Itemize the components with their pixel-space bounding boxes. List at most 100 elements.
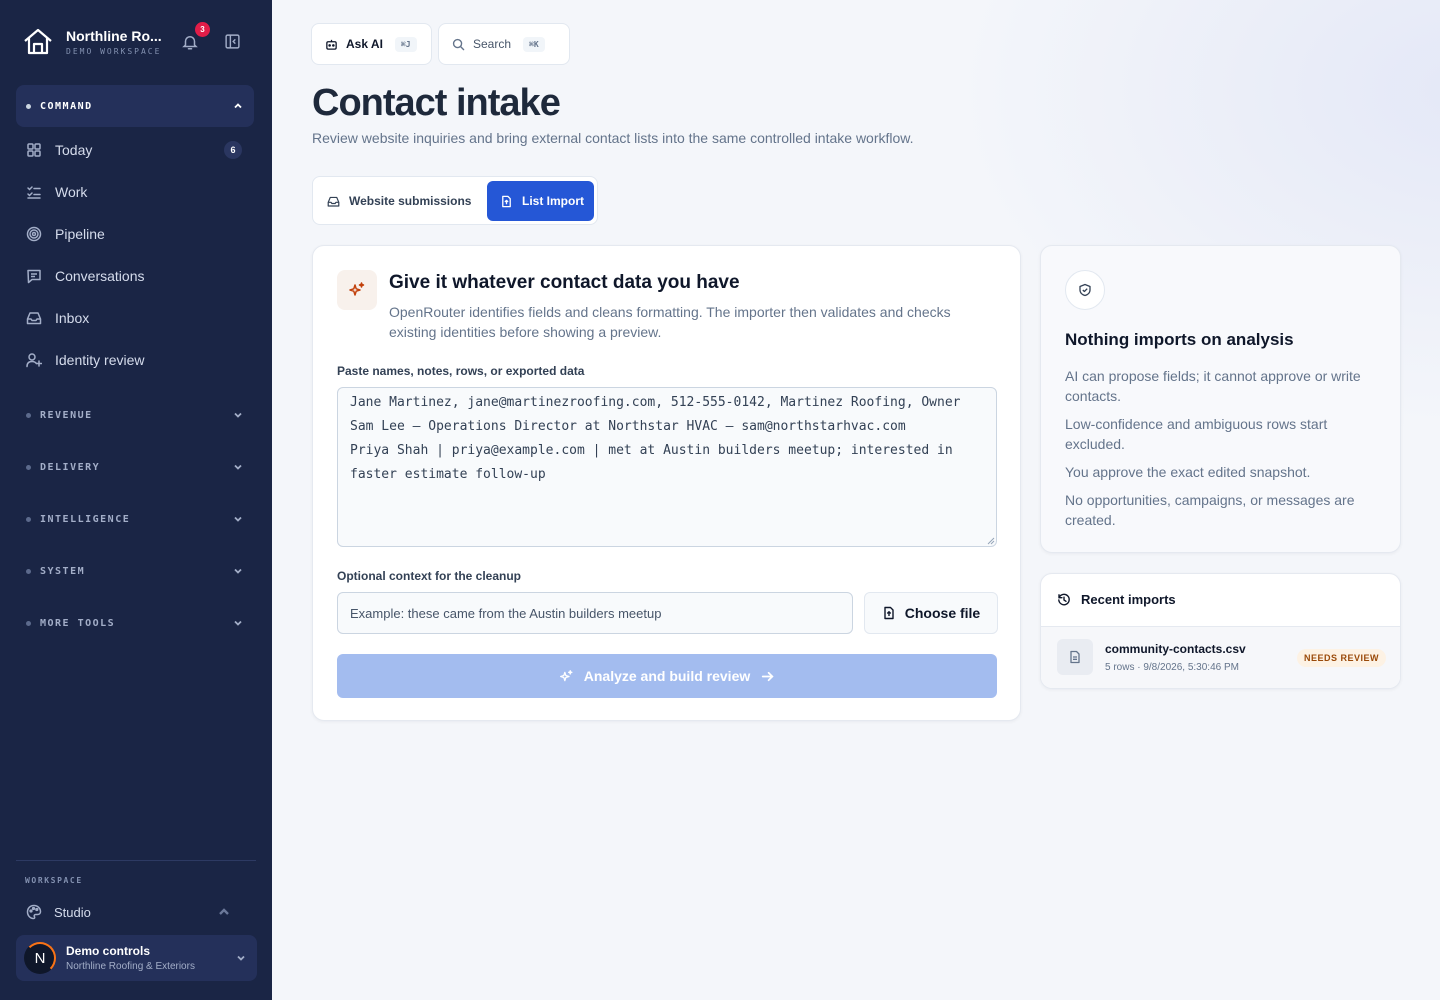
- section-delivery[interactable]: DELIVERY: [16, 452, 254, 482]
- import-file-name: community-contacts.csv: [1105, 642, 1246, 656]
- bot-icon: [326, 39, 337, 50]
- safety-heading: Nothing imports on analysis: [1065, 330, 1294, 349]
- workspace-subtitle: DEMO WORKSPACE: [66, 47, 162, 56]
- tab-website-submissions[interactable]: Website submissions: [327, 181, 471, 221]
- import-card-subtext: OpenRouter identifies fields and cleans …: [389, 304, 951, 340]
- target-icon: [26, 226, 42, 242]
- recent-imports-header: Recent imports: [1057, 592, 1176, 607]
- tab-website-label: Website submissions: [349, 194, 472, 208]
- chevron-down-icon: [234, 516, 242, 522]
- chevron-down-icon: [234, 464, 242, 470]
- section-dot: [26, 103, 31, 109]
- recent-imports-title: Recent imports: [1081, 592, 1176, 607]
- chevron-down-icon: [237, 955, 245, 961]
- sidebar-item-label: Conversations: [55, 268, 145, 284]
- demo-controls-subtitle: Northline Roofing & Exteriors: [66, 961, 195, 972]
- chevron-up-icon: [234, 103, 242, 109]
- sidebar-item-inbox[interactable]: Inbox: [16, 300, 254, 336]
- shield-badge: [1065, 270, 1105, 310]
- avatar: N: [24, 942, 56, 974]
- demo-controls-card[interactable]: N Demo controls Northline Roofing & Exte…: [16, 935, 257, 981]
- workspace-switcher[interactable]: Northline Ro... DEMO WORKSPACE: [22, 26, 162, 58]
- collapse-sidebar-icon[interactable]: [224, 33, 241, 50]
- file-text-icon: [1070, 650, 1080, 664]
- section-more-tools[interactable]: MORE TOOLS: [16, 608, 254, 638]
- section-command[interactable]: COMMAND: [16, 85, 254, 127]
- tab-list-import[interactable]: List Import: [487, 181, 594, 221]
- safety-point: Low-confidence and ambiguous rows start …: [1065, 416, 1328, 452]
- safety-point: No opportunities, campaigns, or messages…: [1065, 492, 1355, 528]
- palette-icon: [26, 904, 42, 920]
- chevron-down-icon: [234, 412, 242, 418]
- ask-ai-button[interactable]: Ask AI ⌘J: [311, 23, 432, 65]
- safety-point: You approve the exact edited snapshot.: [1065, 464, 1311, 480]
- search-button[interactable]: Search ⌘K: [438, 23, 570, 65]
- search-shortcut: ⌘K: [523, 36, 545, 52]
- inbox-icon: [327, 196, 340, 207]
- sidebar-item-label: Today: [55, 142, 93, 158]
- section-revenue[interactable]: REVENUE: [16, 400, 254, 430]
- section-command-label: COMMAND: [40, 100, 93, 112]
- resize-handle-icon[interactable]: [987, 537, 995, 545]
- status-badge: NEEDS REVIEW: [1296, 649, 1386, 667]
- page-title: Contact intake: [312, 82, 561, 124]
- sparkle-icon: [349, 282, 365, 296]
- sidebar-item-conversations[interactable]: Conversations: [16, 258, 254, 294]
- sparkle-badge: [337, 270, 377, 310]
- demo-controls-title: Demo controls: [66, 944, 151, 958]
- section-dot: [26, 620, 31, 626]
- choose-file-label: Choose file: [904, 605, 981, 621]
- section-delivery-label: DELIVERY: [40, 461, 101, 473]
- list-item[interactable]: community-contacts.csv 5 rows · 9/8/2026…: [1041, 626, 1400, 688]
- sidebar-divider: [16, 860, 256, 861]
- chevron-down-icon: [234, 568, 242, 574]
- analyze-button[interactable]: Analyze and build review: [337, 654, 997, 698]
- section-system[interactable]: SYSTEM: [16, 556, 254, 586]
- sidebar-item-identity-review[interactable]: Identity review: [16, 342, 254, 378]
- sidebar-item-label: Pipeline: [55, 226, 105, 242]
- choose-file-button[interactable]: Choose file: [864, 592, 998, 634]
- section-more-tools-label: MORE TOOLS: [40, 617, 116, 629]
- recent-imports-card: Recent imports community-contacts.csv 5 …: [1040, 573, 1401, 689]
- section-intelligence-label: INTELLIGENCE: [40, 513, 131, 525]
- sparkle-icon: [559, 669, 573, 681]
- safety-point: AI can propose fields; it cannot approve…: [1065, 368, 1361, 404]
- shield-check-icon: [1079, 283, 1091, 297]
- section-dot: [26, 568, 31, 574]
- section-dot: [26, 516, 31, 522]
- sidebar-item-pipeline[interactable]: Pipeline: [16, 216, 254, 252]
- paste-data-textarea[interactable]: Jane Martinez, jane@martinezroofing.com,…: [337, 387, 997, 547]
- message-icon: [27, 269, 41, 284]
- section-system-label: SYSTEM: [40, 565, 86, 577]
- context-input[interactable]: Example: these came from the Austin buil…: [337, 592, 853, 634]
- import-card-heading: Give it whatever contact data you have: [389, 272, 740, 293]
- today-count-badge: 6: [224, 141, 242, 159]
- file-upload-icon: [502, 195, 511, 207]
- sidebar-item-label: Work: [55, 184, 88, 200]
- section-intelligence[interactable]: INTELLIGENCE: [16, 504, 254, 534]
- arrow-right-icon: [762, 671, 774, 681]
- sidebar-item-studio[interactable]: Studio: [16, 897, 254, 927]
- sidebar: Northline Ro... DEMO WORKSPACE 3 COMMAND…: [0, 0, 272, 1000]
- context-field-label: Optional context for the cleanup: [337, 569, 522, 583]
- file-badge: [1057, 639, 1093, 675]
- checklist-icon: [27, 186, 41, 199]
- workspace-section-label: WORKSPACE: [25, 876, 83, 885]
- search-icon: [452, 38, 465, 50]
- ask-ai-label: Ask AI: [346, 37, 383, 51]
- sidebar-item-today[interactable]: Today 6: [16, 132, 254, 168]
- sidebar-item-work[interactable]: Work: [16, 174, 254, 210]
- workspace-name: Northline Ro...: [66, 28, 162, 44]
- analyze-label: Analyze and build review: [583, 668, 751, 684]
- tab-list-import-label: List Import: [522, 194, 584, 208]
- page-description: Review website inquiries and bring exter…: [312, 130, 914, 146]
- ask-ai-shortcut: ⌘J: [394, 36, 417, 52]
- section-dot: [26, 412, 31, 418]
- intake-tabs: Website submissions List Import: [312, 176, 598, 225]
- section-dot: [26, 464, 31, 470]
- notification-count-badge: 3: [195, 22, 210, 37]
- house-logo-icon: [24, 28, 52, 55]
- bell-icon[interactable]: [181, 33, 199, 51]
- file-upload-icon: [884, 606, 894, 620]
- user-plus-icon: [26, 353, 42, 368]
